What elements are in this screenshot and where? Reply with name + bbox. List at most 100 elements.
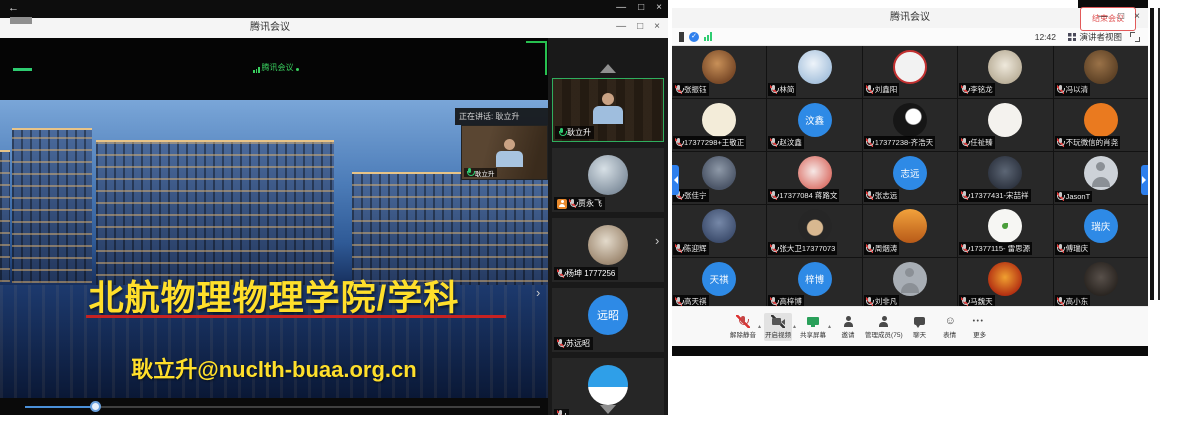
participant-tile[interactable]: 17377084 蒋路文	[767, 152, 861, 204]
participant-tile[interactable]: 高小东	[1054, 258, 1148, 310]
participant-tile[interactable]: 张大卫17377073	[767, 205, 861, 257]
toolbar-item[interactable]: 更多 ▴	[966, 313, 994, 341]
toolbar-icon	[806, 315, 820, 328]
speaker-mini-video: 耿立升	[461, 125, 548, 180]
scroll-down-icon[interactable]	[600, 405, 616, 414]
chevron-up-icon[interactable]: ▴	[758, 323, 761, 330]
close-button[interactable]: ×	[654, 21, 660, 32]
screenshot-root: ← — □ × 腾讯会议 — □ × 腾讯会议	[0, 0, 1177, 422]
minimize-button[interactable]: —	[616, 21, 626, 32]
speaker-view-button[interactable]: 演讲者视图	[1068, 31, 1122, 43]
toolbar-label: 邀请	[842, 329, 855, 339]
participant-tile[interactable]: 林简	[767, 46, 861, 98]
toolbar-item-main[interactable]: 开启视频	[764, 313, 792, 341]
toolbar-item[interactable]: 表情 ▴	[936, 313, 964, 341]
toolbar-item-main[interactable]: 共享屏幕	[799, 313, 827, 341]
minimize-button[interactable]: —	[616, 2, 626, 13]
toolbar-icon	[943, 315, 957, 328]
participant-tile[interactable]: 任祉臻	[958, 99, 1052, 151]
toolbar-item-main[interactable]: 更多	[966, 313, 994, 341]
participant-tile[interactable]: 天祺 高天祺	[672, 258, 766, 310]
participant-tile[interactable]: 志远 张志远	[863, 152, 957, 204]
participant-tile[interactable]: 汶鑫 赵汶鑫	[767, 99, 861, 151]
participant-name: 陈迎辉	[684, 243, 707, 254]
scroll-up-icon[interactable]	[600, 64, 616, 73]
participant-grid: 张振钰 林简	[672, 46, 1148, 306]
muted-mic-icon	[675, 244, 682, 253]
toolbar-item[interactable]: 解除静音 ▴	[729, 313, 762, 341]
minimize-button[interactable]: —	[1098, 11, 1108, 22]
scrollbar-track[interactable]	[25, 406, 540, 408]
participant-name: 17377115- 雷思源	[970, 243, 1030, 254]
close-button[interactable]: ×	[1134, 11, 1140, 22]
building-graphic	[96, 140, 334, 288]
participant-tile[interactable]: 张振钰	[672, 46, 766, 98]
fullscreen-icon[interactable]	[1130, 32, 1140, 42]
avatar: 汶鑫	[798, 103, 832, 137]
participant-tile[interactable]: 马魏天	[958, 258, 1052, 310]
participant-tile[interactable]: 杨坤 1777256	[552, 218, 664, 282]
participant-name-tag: 17377298+王敬正	[673, 136, 746, 149]
view-label: 演讲者视图	[1079, 31, 1122, 43]
toolbar-item[interactable]: 聊天 ▴	[906, 313, 934, 341]
toolbar-item[interactable]: 管理成员(75) ▴	[864, 313, 904, 341]
participant-name-tag: 17377431-宋喆祥	[959, 189, 1030, 202]
avatar	[588, 225, 628, 265]
grid-page-prev-button[interactable]	[672, 165, 679, 195]
avatar	[988, 50, 1022, 84]
participant-tile[interactable]: 不玩微信的肖尧	[1054, 99, 1148, 151]
toolbar-icon	[771, 315, 785, 328]
toolbar-item-main[interactable]: 解除静音	[729, 313, 757, 341]
participant-tile[interactable]: 17377115- 雷思源	[958, 205, 1052, 257]
chevron-up-icon[interactable]: ▴	[793, 323, 796, 330]
grid-page-next-button[interactable]	[1141, 165, 1148, 195]
toolbar-item[interactable]: 邀请 ▴	[834, 313, 862, 341]
scrollbar-handle[interactable]	[90, 401, 101, 412]
close-button[interactable]: ×	[656, 2, 662, 13]
toolbar-item-main[interactable]: 管理成员(75)	[864, 313, 904, 341]
collapse-chevron-icon[interactable]: ›	[655, 234, 659, 247]
participant-tile[interactable]: 17377431-宋喆祥	[958, 152, 1052, 204]
maximize-button[interactable]: □	[637, 21, 643, 32]
participant-tile[interactable]: 贾永飞	[552, 148, 664, 212]
avatar	[798, 156, 832, 190]
maximize-button[interactable]: □	[638, 2, 644, 13]
back-icon[interactable]: ←	[8, 2, 19, 14]
meeting-toolbar: 解除静音 ▴ 开启视频 ▴ 共享屏幕	[672, 306, 1148, 346]
toolbar-item-main[interactable]: 邀请	[834, 313, 862, 341]
participant-tile[interactable]: 张佳宁	[672, 152, 766, 204]
window-controls: — □ ×	[616, 21, 660, 32]
maximize-button[interactable]: □	[1118, 11, 1124, 22]
window-title: 腾讯会议	[0, 18, 540, 38]
participant-tile[interactable]: 瑞庆 傅瑞庆	[1054, 205, 1148, 257]
participant-tile[interactable]: 冯以清	[1054, 46, 1148, 98]
meeting-infobar: ✓ 12:42 演讲者视图	[672, 28, 1148, 46]
participant-tile[interactable]: 17377238-齐浩天	[863, 99, 957, 151]
toolbar-item-main[interactable]: 聊天	[906, 313, 934, 341]
background-window-edge	[1150, 8, 1154, 300]
participant-tile[interactable]: 刘鑫阳	[863, 46, 957, 98]
toolbar-item[interactable]: 开启视频 ▴	[764, 313, 797, 341]
participant-tile[interactable]: 耿立升	[552, 78, 664, 142]
toolbar-item[interactable]: 共享屏幕 ▴	[799, 313, 832, 341]
participant-tile[interactable]: 17377298+王敬正	[672, 99, 766, 151]
security-shield-icon[interactable]: ✓	[689, 32, 699, 42]
participant-tile[interactable]: 刘非凡	[863, 258, 957, 310]
participant-name: 任祉臻	[970, 137, 993, 148]
avatar	[1084, 50, 1118, 84]
participant-tile[interactable]: 梓博 高梓博	[767, 258, 861, 310]
participant-tile[interactable]: 周烟涛	[863, 205, 957, 257]
participant-tile[interactable]: 陈迎辉	[672, 205, 766, 257]
outer-window-controls: — □ ×	[616, 2, 662, 13]
participant-tile[interactable]: 李铭龙	[958, 46, 1052, 98]
participant-tile[interactable]: 远昭 苏远昭	[552, 288, 664, 352]
participant-tile[interactable]: JasonT	[1054, 152, 1148, 204]
participant-name-tag: 苏远昭	[554, 337, 593, 350]
muted-mic-icon	[961, 191, 968, 200]
participant-name-tag: 17377238-齐浩天	[864, 136, 935, 149]
toolbar-item-main[interactable]: 表情	[936, 313, 964, 341]
chevron-up-icon[interactable]: ▴	[828, 323, 831, 330]
share-border-corner	[526, 41, 547, 75]
expand-chevron-icon[interactable]: ›	[536, 286, 540, 299]
participant-name: 张大卫17377073	[779, 243, 835, 254]
